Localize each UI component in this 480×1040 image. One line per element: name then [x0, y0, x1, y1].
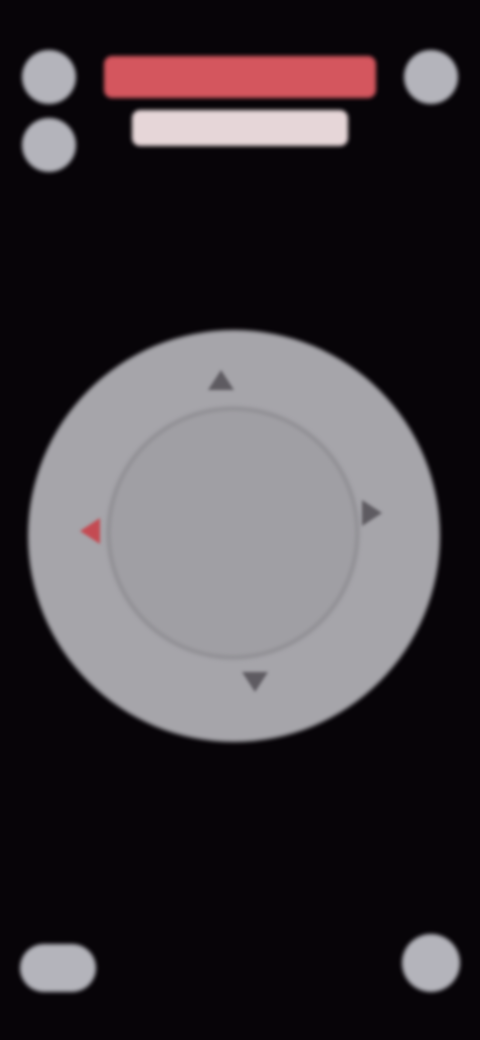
bottom-left-button[interactable] — [20, 944, 96, 992]
header-title-bar — [104, 56, 376, 98]
bottom-right-button[interactable] — [402, 934, 460, 992]
top-left-lower-button[interactable] — [22, 118, 76, 172]
header-subtitle-bar — [132, 110, 348, 146]
joystick-knob[interactable] — [110, 410, 356, 656]
arrow-up-icon — [208, 370, 234, 390]
arrow-down-icon — [242, 672, 268, 692]
app-screen — [0, 0, 480, 1040]
arrow-left-icon — [80, 518, 100, 544]
top-left-upper-button[interactable] — [22, 50, 76, 104]
arrow-right-icon — [362, 500, 382, 526]
top-right-button[interactable] — [404, 50, 458, 104]
